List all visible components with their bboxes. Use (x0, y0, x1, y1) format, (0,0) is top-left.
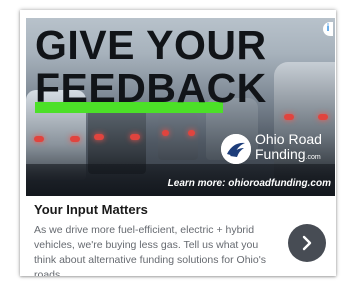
tail-light (34, 136, 44, 142)
tail-light (70, 136, 80, 142)
learn-more-link[interactable]: Learn more: ohioroadfunding.com (168, 178, 331, 189)
chevron-right-icon (288, 235, 326, 251)
brand-name-line-2: Funding (255, 146, 306, 162)
brand-name: Ohio Road Funding.com (255, 132, 322, 165)
ad-banner-image[interactable]: GIVE YOUR FEEDBACK i Ohio Road Funding.c… (26, 18, 335, 196)
ohio-road-funding-logo-icon (221, 134, 251, 164)
ad-title[interactable]: Your Input Matters (34, 202, 148, 217)
tail-light (188, 130, 195, 136)
ad-description: As we drive more fuel-efficient, electri… (34, 224, 266, 276)
tail-light (318, 114, 328, 120)
brand-block: Ohio Road Funding.com (221, 132, 329, 168)
brand-suffix: .com (305, 154, 321, 161)
tail-light (94, 134, 104, 140)
tail-light (130, 134, 140, 140)
headline-line-2: FEEDBACK (35, 65, 267, 111)
headline-line-1: GIVE YOUR (35, 22, 267, 68)
ad-card[interactable]: GIVE YOUR FEEDBACK i Ohio Road Funding.c… (20, 10, 336, 276)
tail-light (162, 130, 169, 136)
brand-name-line-1: Ohio Road (255, 131, 322, 147)
tail-light (284, 114, 294, 120)
ad-info-icon[interactable]: i (323, 22, 333, 36)
next-button[interactable] (288, 224, 326, 262)
